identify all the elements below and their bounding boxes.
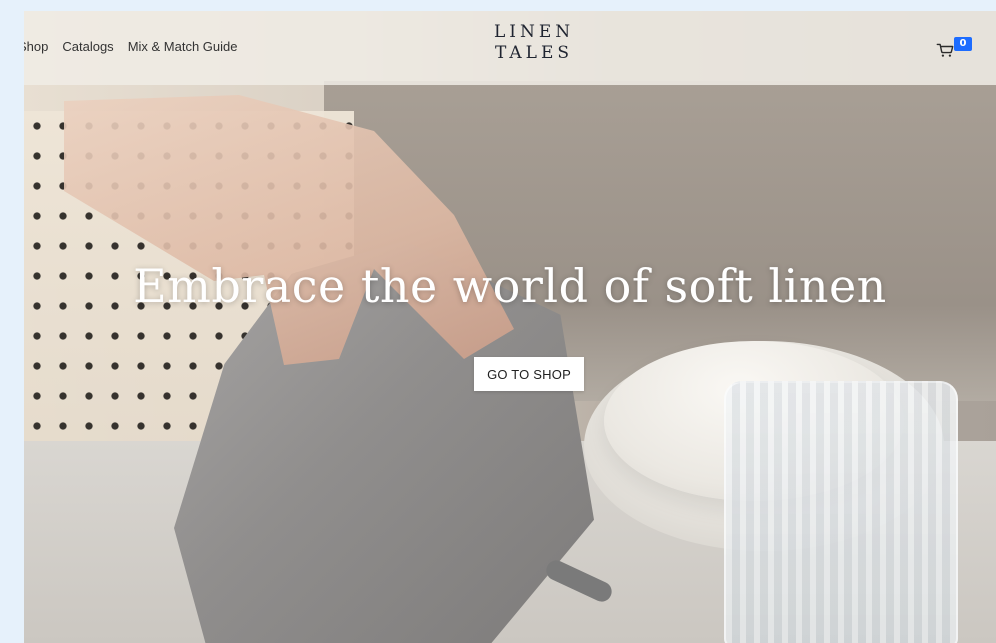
nav-link-catalogs[interactable]: Catalogs: [62, 39, 113, 54]
brand-logo-line2: TALES: [494, 43, 574, 63]
hero-section: Embrace the world of soft linen GO TO SH…: [24, 11, 996, 643]
nav-link-shop[interactable]: Shop: [24, 39, 48, 54]
nav-links: Shop Catalogs Mix & Match Guide: [24, 39, 238, 54]
top-navigation: Shop Catalogs Mix & Match Guide LINEN TA…: [24, 11, 996, 85]
go-to-shop-button[interactable]: GO TO SHOP: [474, 357, 584, 391]
nav-link-mix-match-guide[interactable]: Mix & Match Guide: [128, 39, 238, 54]
cart-button[interactable]: 0: [936, 37, 976, 65]
viewport-frame: Embrace the world of soft linen GO TO SH…: [24, 11, 996, 643]
cart-count-badge: 0: [954, 37, 972, 51]
brand-logo[interactable]: LINEN TALES: [494, 22, 574, 64]
brand-logo-line1: LINEN: [494, 22, 575, 42]
hero-background-glass: [724, 381, 958, 643]
cart-icon: [936, 43, 954, 57]
hero-headline: Embrace the world of soft linen: [133, 259, 887, 313]
